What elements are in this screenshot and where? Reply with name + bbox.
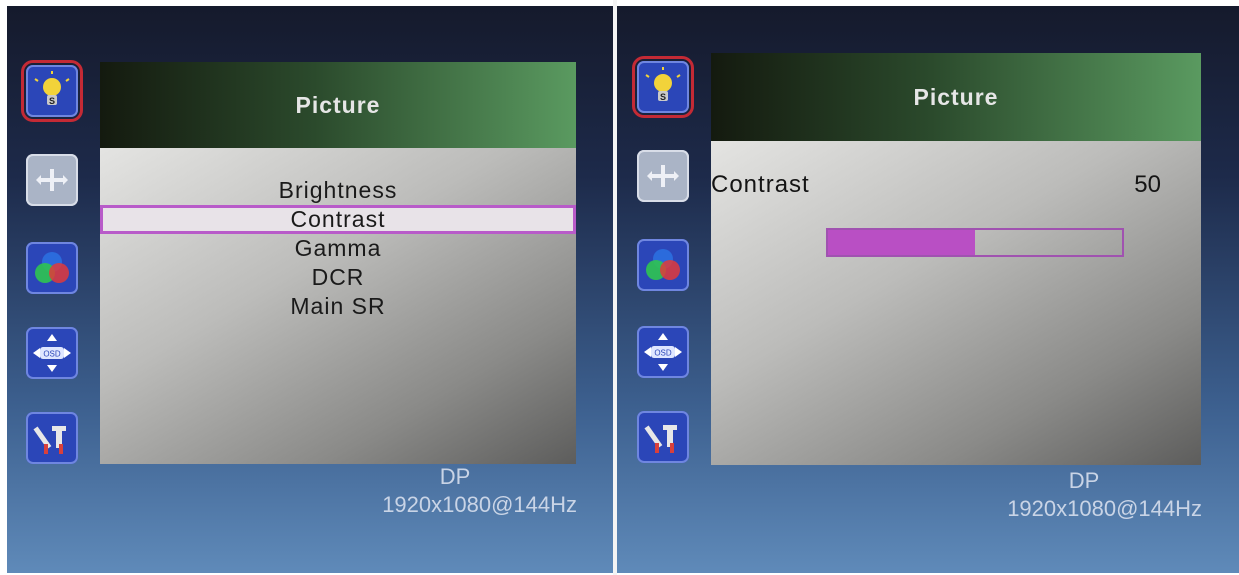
image-position-icon[interactable] xyxy=(637,150,689,202)
osd-icon-bar: S OSD xyxy=(617,6,707,573)
osd-position-icon[interactable]: OSD xyxy=(637,326,689,378)
adjust-body: Contrast 50 xyxy=(711,141,1201,465)
osd-menu-panel: Picture Brightness Contrast Gamma DCR Ma… xyxy=(100,62,576,464)
input-source: DP xyxy=(439,464,471,489)
color-icon[interactable] xyxy=(26,242,78,294)
color-icon[interactable] xyxy=(637,239,689,291)
menu-item-main-sr[interactable]: Main SR xyxy=(100,292,576,321)
signal-resolution: 1920x1080@144Hz xyxy=(382,492,577,517)
menu-header: Picture xyxy=(711,53,1201,141)
menu-body: Brightness Contrast Gamma DCR Main SR xyxy=(100,148,576,464)
osd-screen-right: S OSD Picture Contrast 50 DP 1920x1080@1… xyxy=(617,6,1239,573)
menu-title: Picture xyxy=(295,91,381,118)
input-source: DP xyxy=(1068,468,1100,493)
osd-screen-left: S OSD Picture Brightness Contrast Gamma … xyxy=(7,6,613,573)
menu-item-contrast[interactable]: Contrast xyxy=(100,205,576,234)
signal-resolution: 1920x1080@144Hz xyxy=(1007,496,1202,521)
setting-value: 50 xyxy=(1134,171,1161,198)
menu-item-dcr[interactable]: DCR xyxy=(100,263,576,292)
contrast-slider[interactable] xyxy=(826,228,1124,257)
svg-text:OSD: OSD xyxy=(43,350,61,359)
menu-title: Picture xyxy=(913,83,999,110)
tools-icon[interactable] xyxy=(26,412,78,464)
svg-text:OSD: OSD xyxy=(654,349,672,358)
osd-adjust-panel: Picture Contrast 50 xyxy=(711,53,1201,465)
menu-item-brightness[interactable]: Brightness xyxy=(100,176,576,205)
svg-text:S: S xyxy=(660,92,666,102)
picture-icon[interactable]: S xyxy=(21,60,83,122)
menu-header: Picture xyxy=(100,62,576,148)
osd-position-icon[interactable]: OSD xyxy=(26,327,78,379)
menu-item-gamma[interactable]: Gamma xyxy=(100,234,576,263)
image-position-icon[interactable] xyxy=(26,154,78,206)
menu-list: Brightness Contrast Gamma DCR Main SR xyxy=(100,176,576,321)
tools-icon[interactable] xyxy=(637,411,689,463)
contrast-slider-fill xyxy=(828,230,975,255)
svg-text:S: S xyxy=(49,96,55,106)
setting-label: Contrast xyxy=(711,171,810,198)
osd-icon-bar: S OSD xyxy=(7,6,97,573)
picture-icon[interactable]: S xyxy=(632,56,694,118)
